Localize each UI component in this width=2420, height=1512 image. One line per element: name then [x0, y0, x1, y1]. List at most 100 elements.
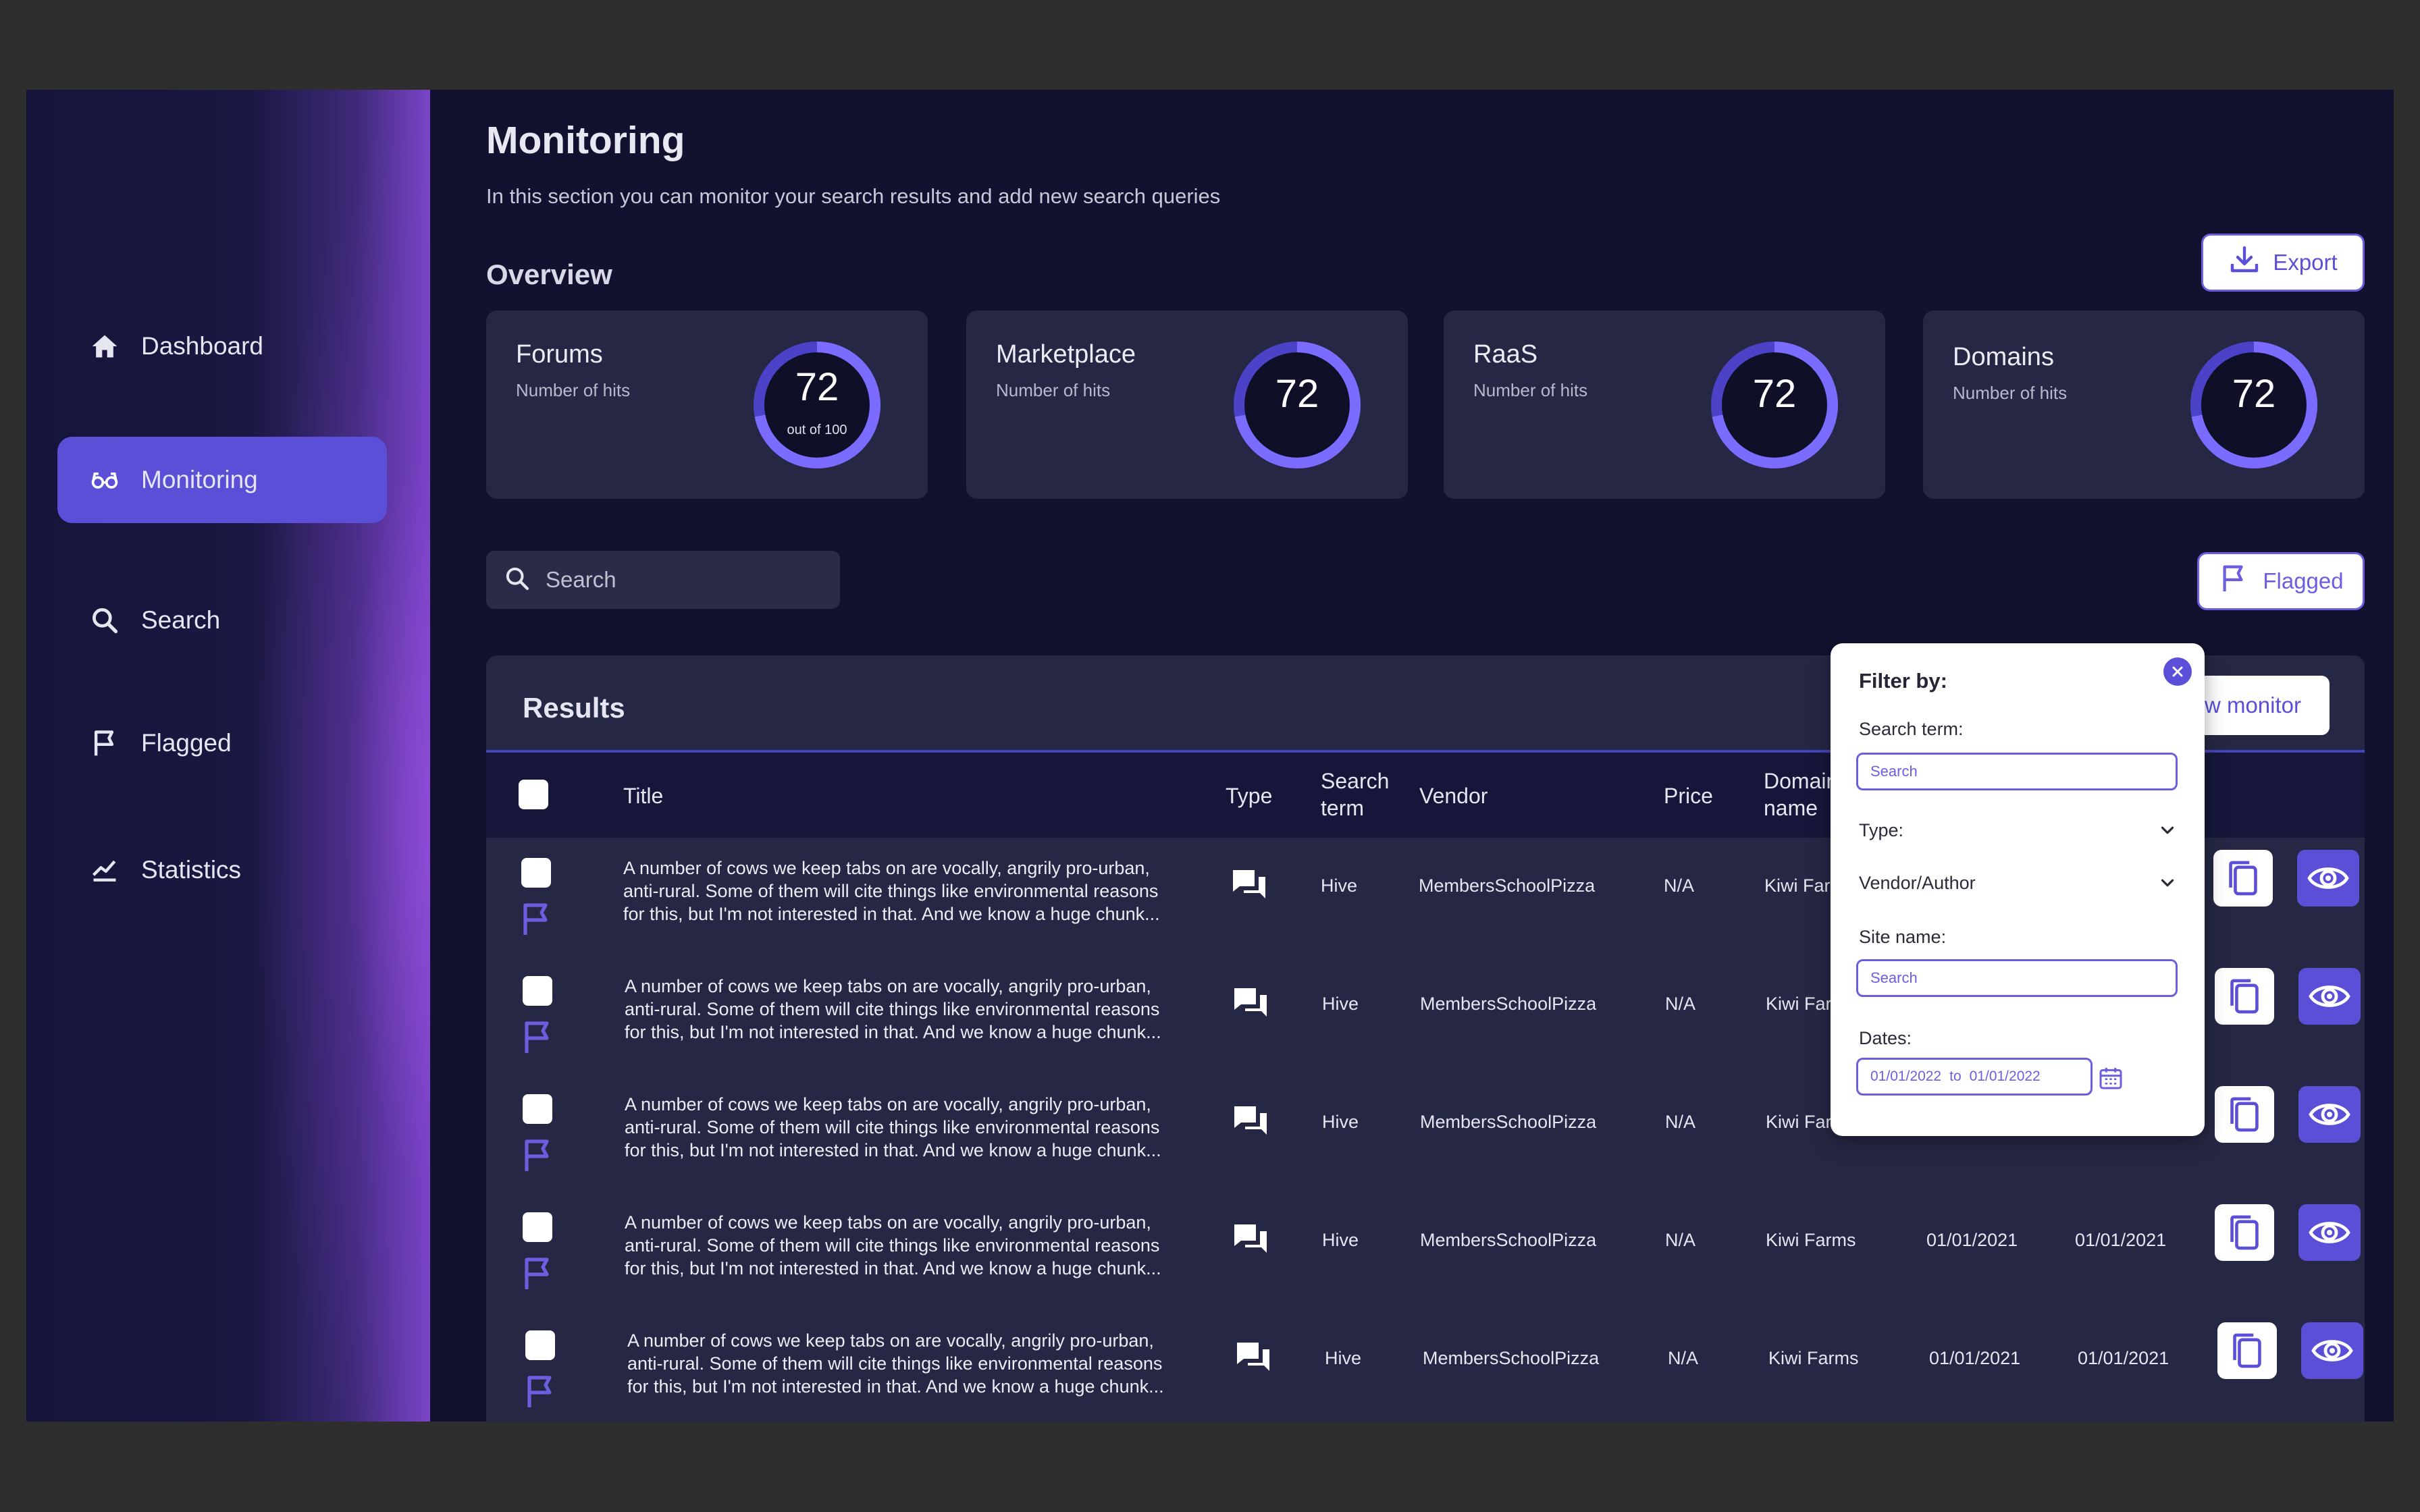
donut-caption: out of 100	[787, 423, 847, 437]
row-title[interactable]: A number of cows we keep tabs on are voc…	[625, 1211, 1178, 1280]
view-button[interactable]	[2298, 1204, 2361, 1261]
page-subtitle: In this section you can monitor your sea…	[486, 184, 1221, 208]
column-title[interactable]: Title	[623, 782, 663, 809]
chart-line-icon	[88, 854, 121, 886]
donut-value: 72	[1752, 372, 1797, 416]
column-domain-name[interactable]: Domain name	[1764, 767, 1838, 821]
search-icon	[504, 565, 531, 595]
date-from: 01/01/2022	[1870, 1069, 1942, 1084]
download-icon	[2228, 244, 2261, 281]
sidebar-item-statistics[interactable]: Statistics	[57, 827, 387, 913]
filter-panel: Filter by: Search term: Type: Vendor/Aut…	[1831, 643, 2205, 1136]
eye-icon	[2311, 1340, 2353, 1361]
results-title: Results	[523, 692, 625, 724]
export-button[interactable]: Export	[2201, 234, 2365, 292]
sidebar-item-label: Monitoring	[141, 466, 258, 493]
filter-vendor-select[interactable]: Vendor/Author	[1859, 873, 1976, 894]
cell-price: N/A	[1665, 1230, 1696, 1250]
view-button[interactable]	[2298, 1086, 2361, 1143]
copy-button[interactable]	[2215, 1204, 2274, 1261]
chat-bubbles-icon	[1234, 1224, 1267, 1253]
sidebar-item-label: Search	[141, 606, 221, 634]
sidebar-item-search[interactable]: Search	[57, 577, 387, 664]
view-button[interactable]	[2297, 850, 2359, 907]
overview-card-marketplace: Marketplace Number of hits 72	[966, 310, 1408, 499]
flag-icon[interactable]	[521, 1256, 554, 1291]
app-window: Dashboard Monitoring Search Flagged Stat…	[26, 90, 2394, 1422]
copy-button[interactable]	[2215, 1086, 2274, 1143]
cell-search-term: Hive	[1325, 1348, 1362, 1368]
filter-search-term-label: Search term:	[1859, 719, 1964, 739]
copy-button[interactable]	[2217, 1322, 2277, 1379]
search-input[interactable]	[546, 567, 816, 593]
flag-icon[interactable]	[524, 1374, 556, 1409]
row-title[interactable]: A number of cows we keep tabs on are voc…	[623, 857, 1177, 925]
glasses-icon	[88, 464, 121, 496]
filter-site-name-input[interactable]	[1856, 959, 2178, 997]
card-subtitle: Number of hits	[996, 380, 1111, 400]
filter-close-button[interactable]	[2163, 657, 2192, 686]
copy-icon	[2233, 1333, 2261, 1368]
donut-value: 72	[1275, 372, 1319, 416]
eye-icon	[2309, 1222, 2350, 1243]
hits-donut: 72 out of 100	[748, 336, 886, 474]
row-checkbox[interactable]	[525, 1330, 555, 1360]
column-type[interactable]: Type	[1226, 782, 1272, 809]
date-to-label: to	[1949, 1069, 1962, 1084]
row-title[interactable]: A number of cows we keep tabs on are voc…	[625, 975, 1178, 1044]
column-vendor[interactable]: Vendor	[1419, 782, 1488, 809]
hits-donut: 72	[1706, 336, 1843, 474]
copy-icon	[2230, 1215, 2259, 1250]
row-title-line: A number of cows we keep tabs on are voc…	[625, 1094, 1151, 1114]
chat-bubbles-icon	[1237, 1343, 1269, 1371]
hits-donut: 72	[1228, 336, 1366, 474]
row-checkbox[interactable]	[521, 858, 551, 888]
column-search-term[interactable]: Search term	[1321, 767, 1389, 821]
cell-date-created: 01/01/2021	[1926, 1230, 2018, 1250]
flag-icon	[88, 727, 121, 759]
flag-icon[interactable]	[520, 901, 552, 936]
hits-donut: 72	[2185, 336, 2323, 474]
row-title-line: for this, but I'm not interested in that…	[627, 1376, 1164, 1397]
sidebar-item-label: Statistics	[141, 856, 242, 884]
sidebar-item-monitoring[interactable]: Monitoring	[57, 437, 387, 523]
row-checkbox[interactable]	[523, 1094, 552, 1124]
copy-button[interactable]	[2215, 968, 2274, 1025]
copy-button[interactable]	[2213, 850, 2273, 907]
view-button[interactable]	[2301, 1322, 2363, 1379]
chevron-down-icon[interactable]	[2157, 873, 2178, 893]
view-button[interactable]	[2298, 968, 2361, 1025]
flagged-label: Flagged	[2263, 568, 2344, 593]
overview-card-domains: Domains Number of hits 72	[1923, 310, 2365, 499]
flag-icon[interactable]	[521, 1137, 554, 1172]
cell-vendor: MembersSchoolPizza	[1420, 1230, 1597, 1250]
eye-icon	[2307, 867, 2349, 889]
sidebar-item-flagged[interactable]: Flagged	[57, 700, 387, 786]
card-title: Forums	[516, 340, 603, 369]
filter-search-term-input[interactable]	[1856, 753, 2178, 790]
filter-type-select[interactable]: Type:	[1859, 820, 1903, 841]
close-icon	[2172, 666, 2183, 677]
select-all-checkbox[interactable]	[519, 780, 548, 809]
overview-card-raas: RaaS Number of hits 72	[1444, 310, 1885, 499]
row-title[interactable]: A number of cows we keep tabs on are voc…	[625, 1093, 1178, 1162]
cell-price: N/A	[1665, 1112, 1696, 1132]
row-checkbox[interactable]	[523, 1212, 552, 1242]
row-title[interactable]: A number of cows we keep tabs on are voc…	[627, 1329, 1181, 1398]
row-title-line: anti-rural. Some of them will cite thing…	[625, 999, 1160, 1019]
row-title-line: A number of cows we keep tabs on are voc…	[623, 858, 1150, 878]
sidebar-item-dashboard[interactable]: Dashboard	[57, 303, 387, 389]
row-title-line: A number of cows we keep tabs on are voc…	[625, 976, 1151, 996]
column-price[interactable]: Price	[1664, 782, 1713, 809]
flagged-button[interactable]: Flagged	[2197, 552, 2365, 610]
date-range-input[interactable]: 01/01/2022 to 01/01/2022	[1856, 1058, 2093, 1096]
search-bar	[486, 551, 840, 609]
table-row: A number of cows we keep tabs on are voc…	[486, 1193, 2365, 1312]
calendar-icon[interactable]	[2097, 1064, 2125, 1091]
flag-icon[interactable]	[521, 1019, 554, 1054]
cell-date-created: 01/01/2021	[1929, 1348, 2021, 1368]
chevron-down-icon[interactable]	[2157, 820, 2178, 840]
chat-bubbles-icon	[1233, 870, 1265, 898]
row-checkbox[interactable]	[523, 976, 552, 1006]
cell-price: N/A	[1664, 875, 1695, 896]
